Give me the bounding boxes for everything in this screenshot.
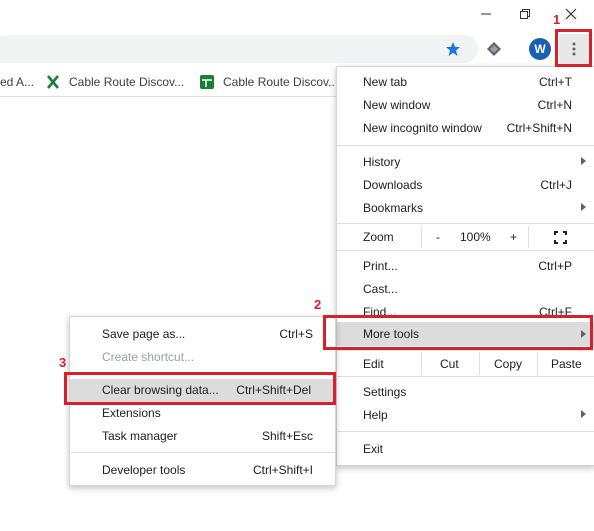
browser-toolbar: W (0, 30, 594, 68)
menu-item-shortcut: Shift+Esc (261, 429, 313, 443)
bookmark-label: Cable Route Discov... (69, 75, 185, 89)
menu-divider (337, 223, 594, 224)
menu-item-help[interactable]: Help (337, 404, 594, 427)
menu-item-label: Task manager (102, 429, 178, 443)
close-icon (565, 8, 577, 20)
menu-item-label: Developer tools (102, 463, 186, 477)
restore-icon (520, 9, 530, 19)
menu-item-label: Extensions (102, 406, 161, 420)
menu-item-label: New incognito window (363, 121, 482, 135)
annotation-box-more-tools (323, 315, 593, 350)
menu-item-label: Create shortcut... (102, 350, 195, 364)
bookmark-star-icon[interactable] (445, 41, 461, 57)
menu-item-label: New tab (363, 75, 408, 89)
submenu-item-task-manager[interactable]: Task manager Shift+Esc (70, 425, 335, 448)
menu-divider (70, 452, 335, 453)
submenu-item-extensions[interactable]: Extensions (70, 402, 335, 425)
menu-item-bookmarks[interactable]: Bookmarks (337, 197, 594, 220)
menu-item-downloads[interactable]: Downloads Ctrl+J (337, 174, 594, 197)
zoom-label: Zoom (363, 230, 394, 244)
menu-divider (337, 431, 594, 432)
minimize-button[interactable] (466, 0, 506, 28)
zoom-in-button[interactable]: + (510, 230, 517, 244)
zoom-controls: - 100% + (421, 226, 529, 248)
copy-button[interactable]: Copy (479, 352, 538, 375)
menu-item-label: Save page as... (102, 327, 186, 341)
submenu-arrow-icon (581, 203, 586, 211)
annotation-box-menu-button (555, 29, 592, 67)
menu-item-label: History (363, 155, 401, 169)
step-number-2: 2 (314, 297, 322, 312)
avatar-letter: W (534, 42, 546, 56)
menu-item-shortcut: Ctrl+J (540, 178, 572, 192)
submenu-arrow-icon (581, 410, 586, 418)
excel-x-icon (47, 75, 59, 89)
step-number-3: 3 (59, 355, 67, 370)
submenu-item-developer-tools[interactable]: Developer tools Ctrl+Shift+I (70, 459, 335, 482)
menu-item-new-incognito[interactable]: New incognito window Ctrl+Shift+N (337, 117, 594, 140)
menu-item-label: Help (363, 408, 388, 422)
menu-divider (337, 376, 594, 377)
bookmark-label: Cable Route Discov... (223, 75, 339, 89)
menu-item-new-window[interactable]: New window Ctrl+N (337, 94, 594, 117)
menu-item-new-tab[interactable]: New tab Ctrl+T (337, 71, 594, 94)
zoom-out-button[interactable]: - (436, 230, 440, 244)
menu-item-label: New window (363, 98, 431, 112)
menu-item-exit[interactable]: Exit (337, 438, 594, 461)
extension-icon[interactable] (486, 41, 502, 57)
menu-item-print[interactable]: Print... Ctrl+P (337, 255, 594, 278)
sheets-icon (200, 75, 214, 89)
menu-item-label: Settings (363, 385, 407, 399)
bookmark-item[interactable]: Cable Route Discov... (46, 74, 184, 90)
menu-item-label: Cast... (363, 282, 398, 296)
chrome-main-menu: New tab Ctrl+T New window Ctrl+N New inc… (336, 66, 594, 466)
menu-item-edit: Edit Cut Copy Paste (337, 352, 594, 376)
menu-item-shortcut: Ctrl+S (279, 327, 313, 341)
title-bar (0, 0, 594, 30)
minimize-icon (481, 13, 491, 15)
paste-button[interactable]: Paste (537, 352, 594, 375)
menu-item-zoom: Zoom - 100% + (337, 226, 594, 249)
address-bar[interactable] (0, 35, 478, 63)
profile-avatar[interactable]: W (529, 38, 551, 60)
bookmark-label: ed A... (0, 75, 35, 89)
submenu-item-save-page[interactable]: Save page as... Ctrl+S (70, 323, 335, 346)
menu-item-shortcut: Ctrl+Shift+I (252, 463, 313, 477)
menu-item-shortcut: Ctrl+P (538, 259, 572, 273)
fullscreen-icon[interactable] (554, 231, 567, 244)
paste-label: Paste (551, 357, 582, 371)
menu-divider (337, 350, 594, 351)
menu-item-shortcut: Ctrl+Shift+N (506, 121, 572, 135)
zoom-level: 100% (460, 230, 491, 244)
menu-item-shortcut: Ctrl+T (539, 75, 572, 89)
menu-item-settings[interactable]: Settings (337, 381, 594, 404)
cut-button[interactable]: Cut (421, 352, 480, 375)
step-number-1: 1 (553, 12, 561, 27)
cut-label: Cut (440, 357, 459, 371)
menu-item-label: Downloads (363, 178, 423, 192)
submenu-item-create-shortcut: Create shortcut... (70, 346, 335, 369)
edit-label: Edit (363, 357, 384, 371)
submenu-arrow-icon (581, 157, 586, 165)
menu-divider (337, 145, 594, 146)
menu-item-label: Print... (363, 259, 398, 273)
bookmark-item[interactable]: Cable Route Discov... (199, 74, 338, 90)
menu-item-label: Exit (363, 442, 384, 456)
copy-label: Copy (494, 357, 523, 371)
menu-item-history[interactable]: History (337, 151, 594, 174)
menu-item-shortcut: Ctrl+N (537, 98, 572, 112)
menu-divider (337, 250, 594, 251)
menu-item-cast[interactable]: Cast... (337, 278, 594, 301)
menu-item-label: Bookmarks (363, 201, 424, 215)
annotation-box-clear-browsing-data (64, 372, 336, 405)
bookmark-item[interactable]: ed A... (0, 74, 34, 90)
restore-button[interactable] (505, 0, 545, 28)
